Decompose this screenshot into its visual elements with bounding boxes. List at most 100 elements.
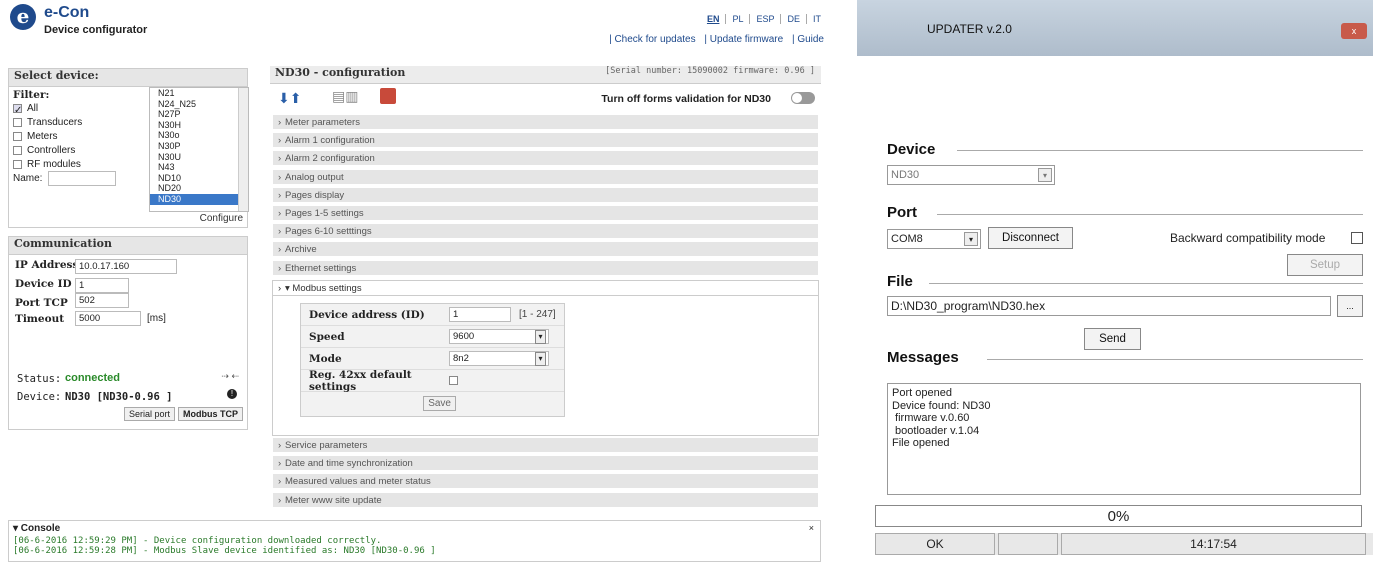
configure-link[interactable]: Configure xyxy=(200,213,243,224)
chevron-down-icon[interactable]: ▾ xyxy=(964,232,978,246)
message-line: firmware v.0.60 xyxy=(892,412,970,424)
timeout-input[interactable]: 5000 xyxy=(75,311,141,326)
accordion-section[interactable]: Meter www site update xyxy=(272,491,819,508)
status-label: Status: xyxy=(17,373,62,385)
progress-bar: 0% xyxy=(875,505,1362,527)
check-updates-link[interactable]: | Check for updates xyxy=(606,34,699,45)
device-id-input[interactable]: 1 xyxy=(75,278,129,293)
modbus-settings-header[interactable]: ▾ Modbus settings xyxy=(272,280,819,296)
folder-export-icon[interactable]: ▤▥ xyxy=(332,88,358,105)
lang-esp[interactable]: ESP xyxy=(749,14,780,24)
status-bar: OK 14:17:54 xyxy=(875,533,1373,555)
guide-link[interactable]: | Guide xyxy=(789,34,827,45)
accordion-section[interactable]: Ethernet settings xyxy=(272,259,819,276)
filter-rf-modules[interactable]: RF modules xyxy=(13,157,143,171)
chevron-down-icon[interactable]: ▾ xyxy=(1038,168,1052,182)
accordion-section[interactable]: Archive xyxy=(272,241,819,258)
list-item-selected[interactable]: ND30 xyxy=(150,193,248,205)
filter-transducers[interactable]: Transducers xyxy=(13,115,143,129)
validation-toggle[interactable] xyxy=(791,92,815,104)
filter-meters[interactable]: Meters xyxy=(13,129,143,143)
accordion-section[interactable]: Alarm 2 configuration xyxy=(272,150,819,167)
accordion-section[interactable]: Alarm 1 configuration xyxy=(272,132,819,149)
filter-controllers[interactable]: Controllers xyxy=(13,143,143,157)
device-configurator-app: e e-Con Device configurator EN PL ESP DE… xyxy=(0,0,835,562)
file-path-input[interactable]: D:\ND30_program\ND30.hex xyxy=(887,296,1331,316)
list-item[interactable]: ND20 xyxy=(158,183,248,194)
lang-de[interactable]: DE xyxy=(780,14,806,24)
accordion-section[interactable]: Pages 1-5 settings xyxy=(272,205,819,221)
checkbox-transducers[interactable] xyxy=(13,117,22,127)
setup-button[interactable]: Setup xyxy=(1287,254,1363,276)
list-item[interactable]: N30o xyxy=(158,130,248,141)
lang-it[interactable]: IT xyxy=(806,14,827,24)
divider xyxy=(929,283,1363,284)
console-title[interactable]: ▾ Console xyxy=(9,521,820,536)
accordion-section[interactable]: Analog output xyxy=(272,168,819,185)
mode-select[interactable]: 8n2 xyxy=(449,351,549,366)
port-tcp-input[interactable]: 502 xyxy=(75,293,129,308)
language-switcher: EN PL ESP DE IT xyxy=(701,14,827,24)
select-device-title: Select device: xyxy=(9,69,247,87)
name-input[interactable] xyxy=(48,170,117,186)
send-button[interactable]: Send xyxy=(1084,328,1141,350)
ip-label: IP Address xyxy=(15,259,79,271)
backward-checkbox[interactable] xyxy=(1351,232,1363,244)
list-item[interactable]: ND10 xyxy=(158,173,248,184)
port-combo[interactable]: COM8 ▾ xyxy=(887,229,981,249)
accordion-section[interactable]: Pages display xyxy=(272,186,819,203)
ip-input[interactable]: 10.0.17.160 xyxy=(75,259,177,274)
browse-button[interactable]: ... xyxy=(1337,295,1363,317)
checkbox-all[interactable]: ✓ xyxy=(13,103,22,116)
device-list-scrollbar[interactable] xyxy=(238,88,248,211)
addr-range: [1 - 247] xyxy=(519,309,556,320)
checkbox-controllers[interactable] xyxy=(13,145,22,155)
console-panel: ▾ Console × [06-6-2016 12:59:29 PM] - De… xyxy=(8,520,821,562)
list-item[interactable]: N27P xyxy=(158,109,248,120)
updater-title: UPDATER v.2.0 xyxy=(927,22,1012,36)
disconnect-button[interactable]: Disconnect xyxy=(988,227,1073,249)
accordion-section[interactable]: Meter parameters xyxy=(272,114,819,130)
accordion-section[interactable]: Pages 6-10 setttings xyxy=(272,223,819,240)
list-item[interactable]: N21 xyxy=(158,88,248,99)
console-close-icon[interactable]: × xyxy=(809,523,814,533)
close-icon[interactable]: x xyxy=(1341,23,1367,39)
message-line: Port opened xyxy=(892,387,952,399)
modbus-settings-table: Device address (ID) 1 [1 - 247] Speed 9600 … xyxy=(300,303,565,417)
download-upload-icon[interactable]: ⬇⬆ xyxy=(278,90,301,107)
modbus-tcp-button[interactable]: Modbus TCP xyxy=(178,407,243,421)
list-item[interactable]: N30P xyxy=(158,141,248,152)
list-item[interactable]: N30U xyxy=(158,152,248,163)
list-item[interactable]: N30H xyxy=(158,120,248,131)
serial-info: [Serial number: 15090002 firmware: 0.96 … xyxy=(605,66,815,76)
top-links: | Check for updates | Update firmware | … xyxy=(606,34,827,45)
addr-input[interactable]: 1 xyxy=(449,307,511,322)
device-combo[interactable]: ND30 ▾ xyxy=(887,165,1055,185)
list-item[interactable]: N24_N25 xyxy=(158,99,248,110)
speed-select[interactable]: 9600 xyxy=(449,329,549,344)
reg-default-checkbox[interactable] xyxy=(449,376,458,385)
backward-label: Backward compatibility mode xyxy=(1170,231,1326,245)
accordion-section[interactable]: Service parameters xyxy=(272,437,819,453)
lang-pl[interactable]: PL xyxy=(725,14,749,24)
filter-label-transducers: Transducers xyxy=(27,116,83,128)
filter-all[interactable]: ✓ All xyxy=(13,101,143,116)
checkbox-rf-modules[interactable] xyxy=(13,159,22,169)
table-row: Speed 9600 xyxy=(301,326,564,348)
update-firmware-link[interactable]: | Update firmware xyxy=(701,34,786,45)
save-button[interactable]: Save xyxy=(423,396,456,411)
accordion-section[interactable]: Measured values and meter status xyxy=(272,473,819,490)
accordion-section[interactable]: Date and time synchronization xyxy=(272,455,819,472)
econ-logo: e xyxy=(10,4,36,30)
info-icon[interactable]: ! xyxy=(227,389,237,399)
checkbox-meters[interactable] xyxy=(13,131,22,141)
file-section-label: File xyxy=(887,273,913,290)
report-icon[interactable] xyxy=(380,88,396,104)
device-value: ND30 [ND30-0.96 ] xyxy=(65,391,173,403)
list-item[interactable]: N43 xyxy=(158,162,248,173)
serial-port-button[interactable]: Serial port xyxy=(123,407,175,421)
port-tcp-label: Port TCP xyxy=(15,297,68,309)
device-list[interactable]: N21 N24_N25 N27P N30H N30o N30P N30U N43… xyxy=(149,87,249,212)
select-device-panel: Select device: Filter: ✓ All Transducers … xyxy=(8,68,249,228)
lang-en[interactable]: EN xyxy=(701,14,726,24)
